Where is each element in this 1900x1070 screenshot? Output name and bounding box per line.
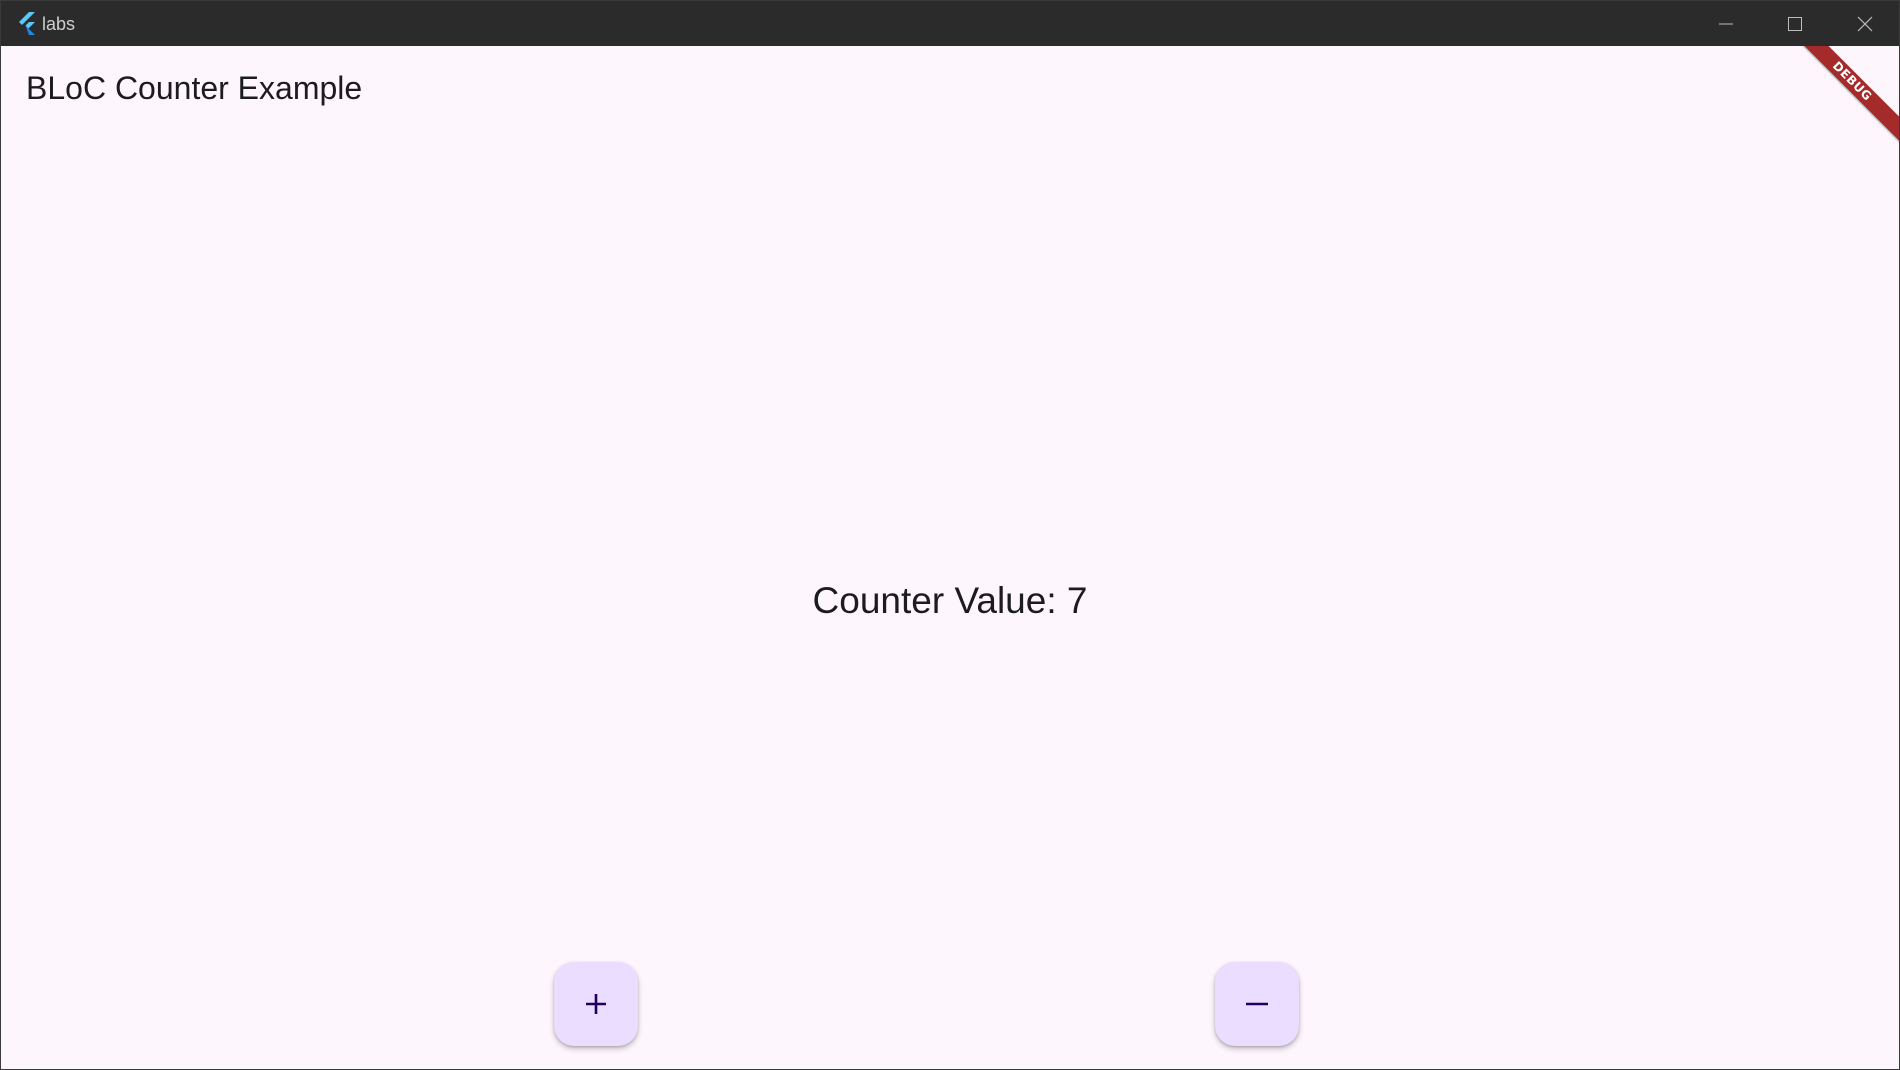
close-button[interactable]: [1830, 1, 1899, 46]
minimize-button[interactable]: [1691, 1, 1761, 46]
decrement-button[interactable]: [1215, 962, 1299, 1046]
maximize-button[interactable]: [1760, 1, 1830, 46]
plus-icon: [583, 991, 609, 1017]
window-title: labs: [42, 14, 76, 34]
window-titlebar[interactable]: labs: [1, 1, 1899, 46]
appbar-title: BLoC Counter Example: [26, 70, 363, 106]
app-content: BLoC Counter Example Counter Value: 7: [1, 46, 1899, 1069]
counter-value-text: Counter Value: 7: [812, 580, 1088, 621]
minus-icon: [1244, 991, 1270, 1017]
maximize-icon: [1787, 16, 1803, 32]
app-window: labs BLoC Counter Example Counter Value:…: [0, 0, 1900, 1070]
close-icon: [1857, 16, 1873, 32]
minimize-icon: [1718, 16, 1734, 32]
flutter-logo-icon: [15, 11, 39, 35]
increment-button[interactable]: [554, 962, 638, 1046]
